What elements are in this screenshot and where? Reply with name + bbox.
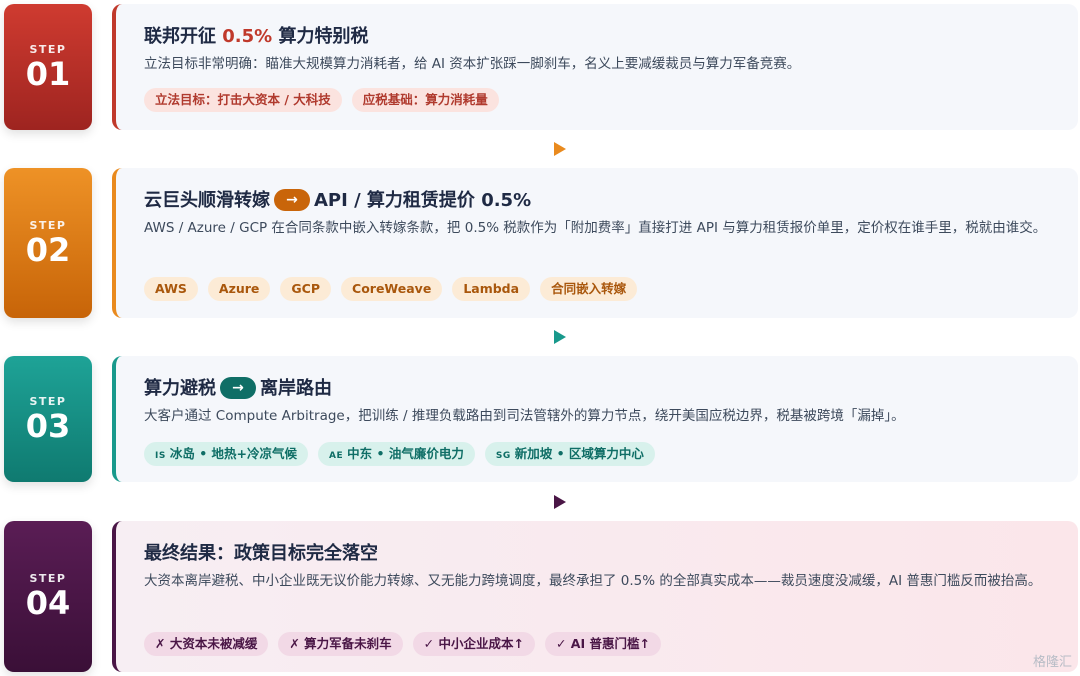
step-row-4: STEP 04 最终结果：政策目标完全落空 大资本离岸避税、中小企业既无议价能力…: [0, 521, 1080, 672]
tag: ✓ AI 普惠门槛↑: [544, 632, 661, 656]
title-text: 云巨头顺滑转嫁: [144, 190, 270, 211]
title-text: 算力特别税: [272, 26, 369, 47]
step-card-2: 云巨头顺滑转嫁 → API / 算力租赁提价 0.5% AWS / Azure / …: [112, 168, 1078, 318]
tag: ✗ 大资本未被减缓: [144, 632, 269, 656]
connector-arrow-icon: [554, 495, 566, 509]
title-text: 联邦开征: [144, 26, 223, 47]
step-badge-3: STEP 03: [4, 356, 92, 482]
step-number: 04: [25, 584, 71, 622]
step-card-3: 算力避税 → 离岸路由 大客户通过 Compute Arbitrage，把训练 / …: [112, 356, 1078, 482]
step-card-1: 联邦开征 0.5% 算力特别税 立法目标非常明确：瞄准大规模算力消耗者，给 AI…: [112, 4, 1078, 130]
step-title: 云巨头顺滑转嫁 → API / 算力租赁提价 0.5%: [144, 186, 531, 212]
tag: SG 新加坡 • 区域算力中心: [484, 442, 655, 466]
tag: GCP: [280, 277, 332, 301]
step-description: 立法目标非常明确：瞄准大规模算力消耗者，给 AI 资本扩张踩一脚刹车，名义上要减…: [144, 56, 801, 72]
title-text: 算力避税: [144, 378, 216, 399]
step-row-1: STEP 01 联邦开征 0.5% 算力特别税 立法目标非常明确：瞄准大规模算力…: [0, 4, 1080, 130]
tag: 立法目标：打击大资本 / 大科技: [144, 88, 342, 112]
tag-list: 立法目标：打击大资本 / 大科技 应税基础：算力消耗量: [144, 88, 499, 112]
title-text: 最终结果：政策目标完全落空: [144, 543, 378, 564]
tag: IS 冰岛 • 地热+冷凉气候: [144, 442, 309, 466]
step-label: STEP: [29, 218, 67, 232]
country-code: SG: [495, 451, 511, 461]
tag-text: 新加坡 • 区域算力中心: [514, 446, 644, 461]
title-highlight: 0.5%: [222, 26, 273, 47]
step-description: 大资本离岸避税、中小企业既无议价能力转嫁、又无能力跨境调度，最终承担了 0.5%…: [144, 573, 1042, 589]
step-description: AWS / Azure / GCP 在合同条款中嵌入转嫁条款，把 0.5% 税款…: [144, 220, 1047, 236]
step-badge-2: STEP 02: [4, 168, 92, 318]
step-card-4: 最终结果：政策目标完全落空 大资本离岸避税、中小企业既无议价能力转嫁、又无能力跨…: [112, 521, 1078, 672]
step-badge-1: STEP 01: [4, 4, 92, 130]
step-title: 算力避税 → 离岸路由: [144, 374, 332, 400]
tag: CoreWeave: [341, 277, 443, 301]
step-title: 最终结果：政策目标完全落空: [144, 539, 378, 565]
step-title: 联邦开征 0.5% 算力特别税: [144, 22, 368, 48]
step-badge-4: STEP 04: [4, 521, 92, 672]
step-row-3: STEP 03 算力避税 → 离岸路由 大客户通过 Compute Arbitrag…: [0, 356, 1080, 482]
tag: Lambda: [452, 277, 531, 301]
arrow-right-icon: →: [220, 377, 256, 399]
tag: 应税基础：算力消耗量: [351, 88, 499, 112]
country-code: AE: [329, 451, 344, 461]
watermark: 格隆汇: [1032, 655, 1072, 670]
arrow-right-icon: →: [274, 189, 310, 211]
tag: ✗ 算力军备未刹车: [278, 632, 403, 656]
tag-list: IS 冰岛 • 地热+冷凉气候 AE 中东 • 油气廉价电力 SG 新加坡 • 区域算…: [144, 442, 655, 466]
tag-text: 冰岛 • 地热+冷凉气候: [169, 446, 298, 461]
tag-list: AWS Azure GCP CoreWeave Lambda 合同嵌入转嫁: [144, 277, 638, 301]
step-row-2: STEP 02 云巨头顺滑转嫁 → API / 算力租赁提价 0.5% AWS / …: [0, 168, 1080, 318]
step-number: 02: [25, 230, 71, 269]
step-label: STEP: [29, 394, 67, 408]
title-text: API / 算力租赁提价 0.5%: [314, 190, 532, 211]
step-number: 03: [25, 406, 71, 445]
step-number: 01: [25, 54, 71, 93]
step-label: STEP: [29, 42, 67, 56]
tag: AWS: [144, 277, 198, 301]
tag-list: ✗ 大资本未被减缓 ✗ 算力军备未刹车 ✓ 中小企业成本↑ ✓ AI 普惠门槛↑: [144, 632, 661, 656]
connector-arrow-icon: [554, 330, 566, 344]
connector-arrow-icon: [554, 142, 566, 156]
country-code: IS: [155, 451, 166, 461]
step-label: STEP: [29, 572, 67, 585]
step-description: 大客户通过 Compute Arbitrage，把训练 / 推理负载路由到司法管…: [144, 408, 905, 424]
tag: ✓ 中小企业成本↑: [412, 632, 535, 656]
tag: 合同嵌入转嫁: [540, 277, 638, 301]
tag: Azure: [207, 277, 271, 301]
tag: AE 中东 • 油气廉价电力: [318, 442, 475, 466]
title-text: 离岸路由: [260, 378, 332, 399]
tag-text: 中东 • 油气廉价电力: [347, 446, 464, 461]
